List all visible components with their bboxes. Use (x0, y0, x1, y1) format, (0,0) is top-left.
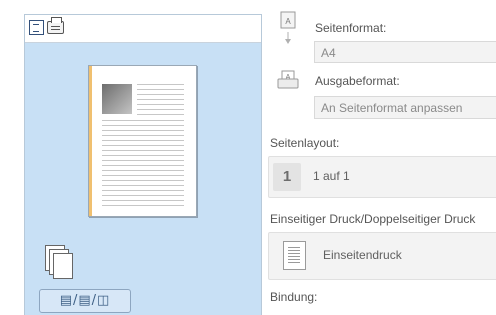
preview-text-lines (102, 120, 184, 206)
preview-panel: ▤/▤/◫ (24, 14, 262, 315)
page-format-icon: A (280, 11, 296, 44)
print-mode-button[interactable]: ▤/▤/◫ (39, 289, 131, 313)
page-layout-badge: 1 (273, 163, 301, 191)
page-format-field[interactable]: A4 (314, 41, 496, 63)
preview-text-lines (137, 84, 184, 116)
output-format-label: Ausgabeformat: (315, 74, 400, 88)
duplex-label: Einseitiger Druck/Doppelseitiger Druck (270, 212, 476, 226)
preview-toolbar (25, 15, 261, 43)
page-preview (88, 65, 197, 217)
page-layout-button[interactable]: 1 1 auf 1 (268, 156, 496, 198)
preview-image-block (102, 84, 132, 114)
svg-text:A: A (285, 17, 291, 26)
single-sided-icon (283, 241, 306, 270)
output-format-field[interactable]: An Seitenformat anpassen (314, 96, 496, 119)
page-layout-value: 1 auf 1 (313, 169, 350, 183)
page-format-label: Seitenformat: (315, 21, 387, 35)
page-layout-label: Seitenlayout: (270, 136, 340, 150)
duplex-button[interactable]: Einseitendruck (268, 232, 496, 280)
duplex-value: Einseitendruck (323, 248, 402, 262)
page-stack-icon (45, 245, 73, 279)
binding-label: Bindung: (270, 290, 318, 304)
paper-edge (89, 66, 92, 216)
page-view-icon[interactable] (29, 20, 44, 35)
printer-view-icon[interactable] (47, 17, 64, 34)
settings-panel: A Seitenformat: A4 A Ausgabeformat: An S… (268, 0, 496, 304)
output-format-icon: A (277, 70, 299, 89)
